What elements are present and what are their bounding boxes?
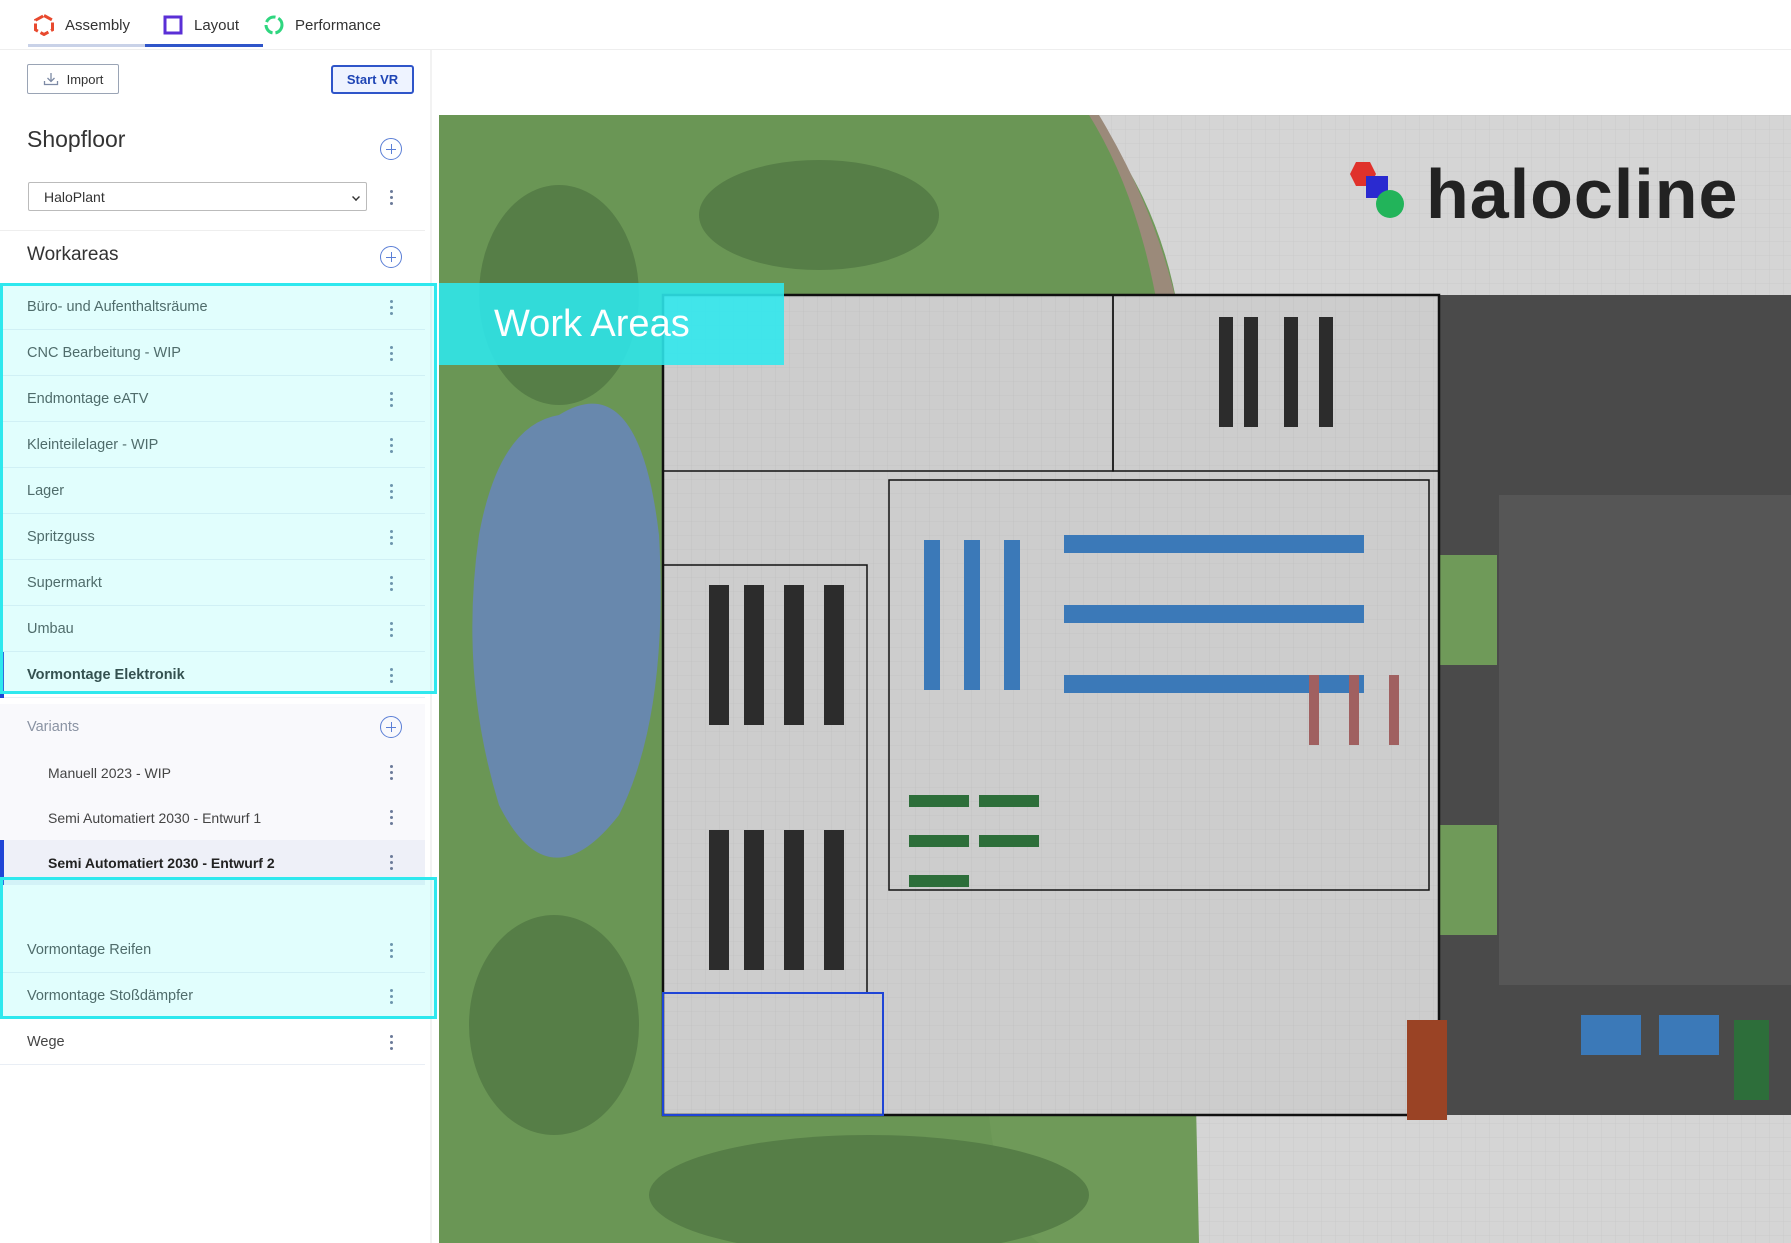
variant-label: Manuell 2023 - WIP (48, 764, 171, 781)
workarea-menu-icon[interactable] (390, 575, 394, 591)
workarea-item[interactable]: Wege (0, 1019, 425, 1065)
workarea-item[interactable]: Büro- und Aufenthaltsräume (0, 284, 425, 330)
workarea-label: CNC Bearbeitung - WIP (27, 344, 181, 361)
tab-performance[interactable]: Performance (263, 0, 381, 50)
add-workarea-icon[interactable] (380, 246, 402, 268)
variant-menu-icon[interactable] (390, 854, 394, 870)
workarea-label: Vormontage Reifen (27, 941, 152, 958)
halocline-logo-icon (1350, 162, 1404, 218)
workarea-item[interactable]: Umbau (0, 606, 425, 652)
workarea-item[interactable]: Spritzguss (0, 514, 425, 560)
workarea-menu-icon[interactable] (390, 391, 394, 407)
workarea-label: Vormontage Stoßdämpfer (27, 987, 194, 1004)
workarea-menu-icon[interactable] (390, 988, 394, 1004)
download-icon (43, 73, 58, 86)
top-tab-bar: Assembly Layout Performance (0, 0, 1791, 50)
workarea-label: Lager (27, 482, 65, 499)
app-window: Assembly Layout Performance Import Start… (0, 0, 1791, 1243)
shopfloor-select-value: HaloPlant (44, 188, 105, 205)
workarea-label: Endmontage eATV (27, 390, 149, 407)
workarea-menu-icon[interactable] (390, 345, 394, 361)
tab-performance-label: Performance (295, 16, 381, 34)
workarea-item[interactable]: Vormontage Reifen (0, 927, 425, 973)
shopfloor-select[interactable]: HaloPlant (28, 182, 367, 211)
variant-item[interactable]: Semi Automatiert 2030 - Entwurf 1 (0, 795, 425, 840)
variant-item-selected[interactable]: Semi Automatiert 2030 - Entwurf 2 (0, 840, 425, 885)
workareas-title: Workareas (27, 244, 119, 265)
viewport-toolbar-area (434, 50, 1791, 112)
tab-layout-label: Layout (194, 16, 240, 34)
import-button[interactable]: Import (27, 64, 119, 94)
variant-menu-icon[interactable] (390, 809, 394, 825)
tree-cluster (469, 915, 639, 1135)
variants-title: Variants (27, 719, 80, 735)
shopfloor-title: Shopfloor (27, 126, 126, 152)
tab-assembly[interactable]: Assembly (33, 0, 130, 50)
layout-icon (163, 15, 183, 35)
halocline-logo: halocline (1340, 155, 1750, 233)
workarea-menu-icon[interactable] (390, 621, 394, 637)
add-shopfloor-icon[interactable] (380, 138, 402, 160)
workarea-menu-icon[interactable] (390, 667, 394, 683)
work-areas-overlay-label: Work Areas (439, 283, 784, 365)
workarea-item[interactable]: Lager (0, 468, 425, 514)
shopfloor-menu-icon[interactable] (390, 189, 394, 205)
workarea-item[interactable]: Supermarkt (0, 560, 425, 606)
import-label: Import (66, 71, 104, 87)
workarea-item[interactable]: Vormontage Stoßdämpfer (0, 973, 425, 1019)
variant-list: Variants Manuell 2023 - WIP Semi Automat… (0, 704, 425, 885)
tab-assembly-underline (28, 44, 145, 47)
workarea-label: Supermarkt (27, 574, 102, 591)
workarea-label: Wege (27, 1033, 65, 1050)
tree-cluster (699, 160, 939, 270)
variants-header: Variants (0, 704, 425, 750)
workarea-item[interactable]: Kleinteilelager - WIP (0, 422, 425, 468)
variant-label: Semi Automatiert 2030 - Entwurf 2 (48, 854, 275, 871)
tab-layout[interactable]: Layout (162, 0, 239, 50)
tab-assembly-label: Assembly (65, 16, 131, 34)
workarea-menu-icon[interactable] (390, 483, 394, 499)
start-vr-button[interactable]: Start VR (331, 65, 414, 94)
storage-zone (1407, 1020, 1447, 1120)
workarea-item[interactable]: CNC Bearbeitung - WIP (0, 330, 425, 376)
tab-layout-underline (145, 44, 263, 47)
halocline-logo-text: halocline (1426, 155, 1739, 233)
sidebar: Import Start VR Shopfloor HaloPlant Work… (0, 50, 432, 1243)
workarea-menu-icon[interactable] (390, 529, 394, 545)
divider (0, 230, 425, 231)
add-variant-icon[interactable] (380, 716, 402, 738)
variant-menu-icon[interactable] (390, 764, 394, 780)
chevron-down-icon (352, 193, 360, 201)
workarea-menu-icon[interactable] (390, 299, 394, 315)
workarea-list-continued: Vormontage Reifen Vormontage Stoßdämpfer… (0, 927, 425, 1065)
assembly-icon (34, 14, 54, 36)
workarea-menu-icon[interactable] (390, 942, 394, 958)
variant-item[interactable]: Manuell 2023 - WIP (0, 750, 425, 795)
workarea-label: Kleinteilelager - WIP (27, 436, 159, 453)
variant-label: Semi Automatiert 2030 - Entwurf 1 (48, 809, 262, 826)
workarea-label: Spritzguss (27, 528, 95, 545)
workarea-label: Büro- und Aufenthaltsräume (27, 298, 208, 315)
workarea-menu-icon[interactable] (390, 1034, 394, 1050)
performance-icon (264, 15, 284, 35)
workarea-item-selected[interactable]: Vormontage Elektronik (0, 652, 425, 698)
workarea-label: Umbau (27, 620, 74, 637)
workarea-list: Büro- und Aufenthaltsräume CNC Bearbeitu… (0, 284, 425, 698)
workarea-menu-icon[interactable] (390, 437, 394, 453)
workarea-label: Vormontage Elektronik (27, 666, 185, 683)
workarea-item[interactable]: Endmontage eATV (0, 376, 425, 422)
